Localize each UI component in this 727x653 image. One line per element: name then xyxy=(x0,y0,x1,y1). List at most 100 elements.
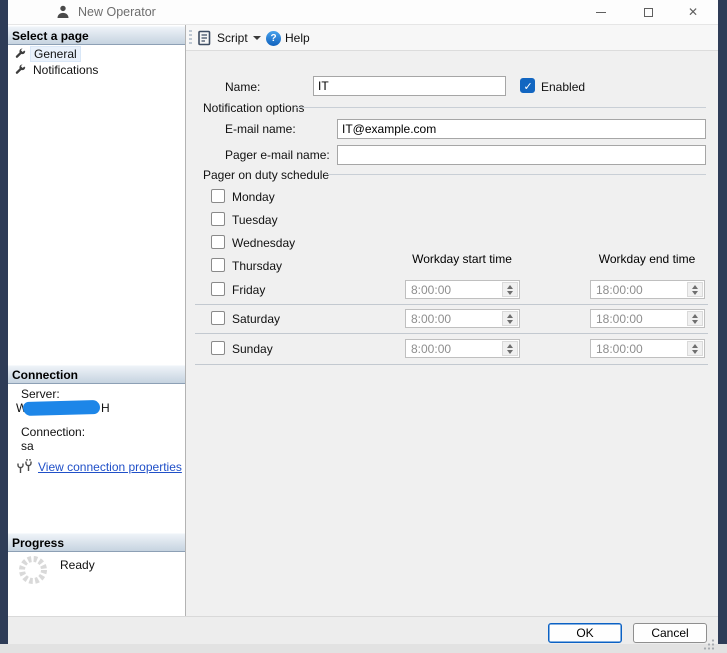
friday-label: Friday xyxy=(232,283,265,297)
script-icon xyxy=(197,30,213,46)
monday-checkbox[interactable] xyxy=(211,189,225,203)
monday-label: Monday xyxy=(232,190,275,204)
spinner-value: 8:00:00 xyxy=(406,340,501,357)
workday-end-time-header: Workday end time xyxy=(587,252,707,266)
spinner-value: 8:00:00 xyxy=(406,310,501,327)
close-button[interactable]: ✕ xyxy=(678,0,708,24)
sidebar xyxy=(8,25,186,616)
titlebar[interactable]: New Operator ✕ xyxy=(8,0,718,25)
view-connection-properties-link[interactable]: View connection properties xyxy=(38,460,182,474)
cancel-button[interactable]: Cancel xyxy=(633,623,707,643)
spin-up-icon xyxy=(692,344,698,348)
spinner-buttons xyxy=(687,282,703,297)
script-label: Script xyxy=(217,31,248,45)
minimize-button[interactable] xyxy=(586,0,616,24)
thursday-checkbox[interactable] xyxy=(211,258,225,272)
saturday-checkbox[interactable] xyxy=(211,311,225,325)
connection-properties-icon xyxy=(16,459,34,474)
row-divider xyxy=(195,304,708,305)
spin-up-icon xyxy=(507,285,513,289)
workday-start-time-header: Workday start time xyxy=(402,252,522,266)
connection-header: Connection xyxy=(8,365,185,384)
notification-options-group-label: Notification options xyxy=(203,101,304,115)
window-title: New Operator xyxy=(78,5,156,19)
spinner-value: 18:00:00 xyxy=(591,340,686,357)
progress-status: Ready xyxy=(60,558,95,572)
wrench-icon xyxy=(14,48,26,60)
spin-down-icon xyxy=(692,291,698,295)
pager-schedule-group-label: Pager on duty schedule xyxy=(203,168,329,182)
enabled-label: Enabled xyxy=(541,80,585,94)
ok-button[interactable]: OK xyxy=(548,623,622,643)
maximize-button[interactable] xyxy=(633,0,663,24)
help-button[interactable]: ? Help xyxy=(266,27,310,49)
spin-down-icon xyxy=(507,350,513,354)
row-divider xyxy=(195,364,708,365)
spinner-value: 8:00:00 xyxy=(406,281,501,298)
sunday-label: Sunday xyxy=(232,342,273,356)
window-bottom-edge xyxy=(0,644,727,653)
spinner-buttons xyxy=(502,311,518,326)
pager-email-label: Pager e-mail name: xyxy=(225,148,330,162)
help-icon: ? xyxy=(266,31,281,46)
spin-up-icon xyxy=(507,314,513,318)
thursday-label: Thursday xyxy=(232,259,282,273)
group-divider xyxy=(296,107,706,108)
friday-end-time-spinner: 18:00:00 xyxy=(590,280,705,299)
sunday-start-time-spinner: 8:00:00 xyxy=(405,339,520,358)
email-name-label: E-mail name: xyxy=(225,122,296,136)
spin-up-icon xyxy=(507,344,513,348)
spinner-buttons xyxy=(687,341,703,356)
spin-down-icon xyxy=(507,320,513,324)
operator-person-icon xyxy=(56,5,70,19)
progress-spinner-icon xyxy=(17,554,49,586)
wednesday-checkbox[interactable] xyxy=(211,235,225,249)
sidebar-item-label: General xyxy=(30,46,81,62)
connection-value: sa xyxy=(21,439,34,453)
close-icon: ✕ xyxy=(688,5,698,19)
friday-start-time-spinner: 8:00:00 xyxy=(405,280,520,299)
help-label: Help xyxy=(285,31,310,45)
name-label: Name: xyxy=(225,80,260,94)
chevron-down-icon xyxy=(253,36,261,40)
tuesday-label: Tuesday xyxy=(232,213,278,227)
spinner-value: 18:00:00 xyxy=(591,281,686,298)
toolbar-grip[interactable] xyxy=(189,30,192,46)
name-input[interactable] xyxy=(313,76,506,96)
select-a-page-header: Select a page xyxy=(8,26,185,45)
spinner-buttons xyxy=(502,282,518,297)
progress-header: Progress xyxy=(8,533,185,552)
server-value-suffix: H xyxy=(101,401,110,415)
enabled-checkbox[interactable] xyxy=(520,78,535,93)
script-dropdown-button[interactable] xyxy=(253,27,261,49)
group-divider xyxy=(327,174,706,175)
sunday-end-time-spinner: 18:00:00 xyxy=(590,339,705,358)
minimize-icon xyxy=(596,12,606,13)
server-name-redaction xyxy=(23,400,100,416)
saturday-end-time-spinner: 18:00:00 xyxy=(590,309,705,328)
email-name-input[interactable] xyxy=(337,119,706,139)
screen: New Operator ✕ Select a page General Not… xyxy=(0,0,727,653)
spin-up-icon xyxy=(692,314,698,318)
wrench-icon xyxy=(14,64,26,76)
sidebar-item-notifications[interactable]: Notifications xyxy=(9,62,184,78)
tuesday-checkbox[interactable] xyxy=(211,212,225,226)
friday-checkbox[interactable] xyxy=(211,282,225,296)
spinner-buttons xyxy=(502,341,518,356)
script-button[interactable]: Script xyxy=(197,27,248,49)
sidebar-item-label: Notifications xyxy=(30,63,101,77)
resize-grip[interactable] xyxy=(703,638,716,651)
server-label: Server: xyxy=(21,387,60,401)
spinner-value: 18:00:00 xyxy=(591,310,686,327)
spin-up-icon xyxy=(692,285,698,289)
saturday-label: Saturday xyxy=(232,312,280,326)
spin-down-icon xyxy=(692,320,698,324)
maximize-icon xyxy=(644,8,653,17)
row-divider xyxy=(195,333,708,334)
spinner-buttons xyxy=(687,311,703,326)
sunday-checkbox[interactable] xyxy=(211,341,225,355)
pager-email-input[interactable] xyxy=(337,145,706,165)
sidebar-item-general[interactable]: General xyxy=(9,46,184,62)
connection-label: Connection: xyxy=(21,425,85,439)
wednesday-label: Wednesday xyxy=(232,236,295,250)
